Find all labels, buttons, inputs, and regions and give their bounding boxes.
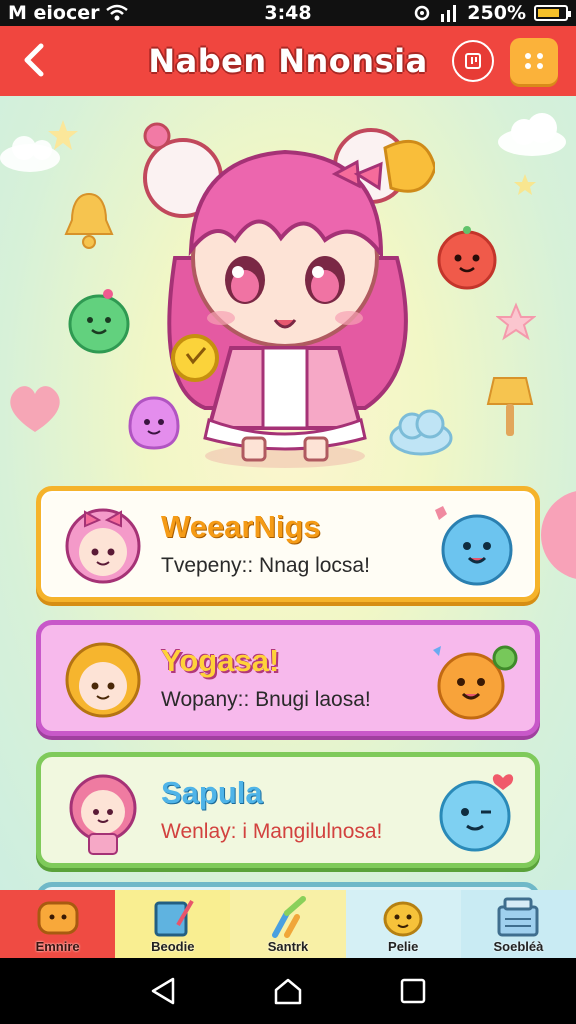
pink-circle-decor xyxy=(541,491,576,579)
tab-label: Emnire xyxy=(35,939,80,954)
cloud-right-icon xyxy=(498,113,566,156)
music-note-icon xyxy=(465,53,481,69)
star-icon xyxy=(48,120,78,150)
small-star-icon xyxy=(514,174,536,195)
tab-label: Beodie xyxy=(151,939,195,954)
app-header: Naben Nnonsia xyxy=(0,26,576,96)
card-title: Yogasa! xyxy=(161,642,280,678)
battery-icon xyxy=(534,5,571,21)
orange-fruit-icon xyxy=(433,645,518,720)
card-text: WeearNigs Tvepeny:: Nnag locsa! xyxy=(151,508,425,578)
profile-card[interactable] xyxy=(36,882,540,890)
card-text: Yogasa! Wopany:: Bnugi laosa! xyxy=(151,642,425,712)
tab-label: Soebléà xyxy=(493,939,544,954)
shop-register-icon xyxy=(497,897,539,937)
main-content: WeearNigs Tvepeny:: Nnag locsa! Yogasa! … xyxy=(0,96,576,890)
profile-card[interactable]: WeearNigs Tvepeny:: Nnag locsa! xyxy=(36,486,540,602)
signal-icon xyxy=(441,5,457,22)
card-text: Sapula Wenlay: i Mangilulnosa! xyxy=(151,774,425,844)
music-button[interactable] xyxy=(452,40,494,82)
tab-beodie[interactable]: Beodie xyxy=(115,890,231,958)
tab-label: Santrk xyxy=(267,939,309,954)
card-subtitle: Tvepeny:: Nnag locsa! xyxy=(161,554,370,578)
smile-blob-icon xyxy=(37,901,79,935)
hero-character-illustration xyxy=(143,122,435,468)
bottom-tab-bar: Emnire Beodie Santrk Pelie Soebléà xyxy=(0,890,576,958)
tab-label: Pelie xyxy=(388,939,419,954)
heart-icon xyxy=(10,386,60,432)
nav-home-button[interactable] xyxy=(266,969,310,1013)
bell-icon xyxy=(64,192,114,249)
blue-blob-icon xyxy=(435,506,513,586)
card-subtitle: Wenlay: i Mangilulnosa! xyxy=(161,820,383,844)
profile-card[interactable]: Yogasa! Wopany:: Bnugi laosa! xyxy=(36,620,540,736)
tab-pelie[interactable]: Pelie xyxy=(345,890,461,958)
triangle-back-icon xyxy=(151,977,174,1005)
page-title: Naben Nnonsia xyxy=(148,42,428,80)
battery-percent: 250% xyxy=(467,2,526,24)
home-icon xyxy=(274,978,302,1005)
nav-recents-button[interactable] xyxy=(391,969,435,1013)
green-blob-icon xyxy=(68,289,130,354)
chevron-left-icon xyxy=(24,43,44,77)
card-title: WeearNigs xyxy=(161,508,321,544)
back-button[interactable] xyxy=(14,38,54,82)
paint-brush-icon xyxy=(272,896,306,938)
carrier-name: M eiocer xyxy=(8,2,100,24)
tab-emnire[interactable]: Emnire xyxy=(0,890,116,958)
red-blob-icon xyxy=(437,226,497,290)
avatar xyxy=(65,642,141,718)
status-bar: M eiocer 3:48 250% xyxy=(0,0,576,26)
avatar xyxy=(69,774,137,855)
square-recents-icon xyxy=(401,978,426,1004)
blue-blob-wink-icon xyxy=(439,774,514,852)
profile-card[interactable]: Sapula Wenlay: i Mangilulnosa! xyxy=(36,752,540,868)
card-title: Sapula xyxy=(161,774,263,810)
status-right: 250% xyxy=(413,2,571,24)
puppy-face-icon xyxy=(383,901,423,937)
sync-icon xyxy=(415,5,430,21)
avatar xyxy=(65,508,141,584)
tab-santrk[interactable]: Santrk xyxy=(230,890,346,958)
grid-dots-icon xyxy=(525,53,543,69)
card-subtitle: Wopany:: Bnugi laosa! xyxy=(161,688,371,712)
carrier-group: M eiocer xyxy=(8,2,128,24)
pink-star-icon xyxy=(496,302,536,341)
menu-button[interactable] xyxy=(510,38,558,84)
tab-soeblea[interactable]: Soebléà xyxy=(460,890,576,958)
nav-back-button[interactable] xyxy=(141,969,185,1013)
tablet-pen-icon xyxy=(154,899,194,937)
wifi-icon xyxy=(105,4,128,21)
system-nav-bar xyxy=(0,958,576,1024)
ice-cream-icon xyxy=(486,377,534,436)
